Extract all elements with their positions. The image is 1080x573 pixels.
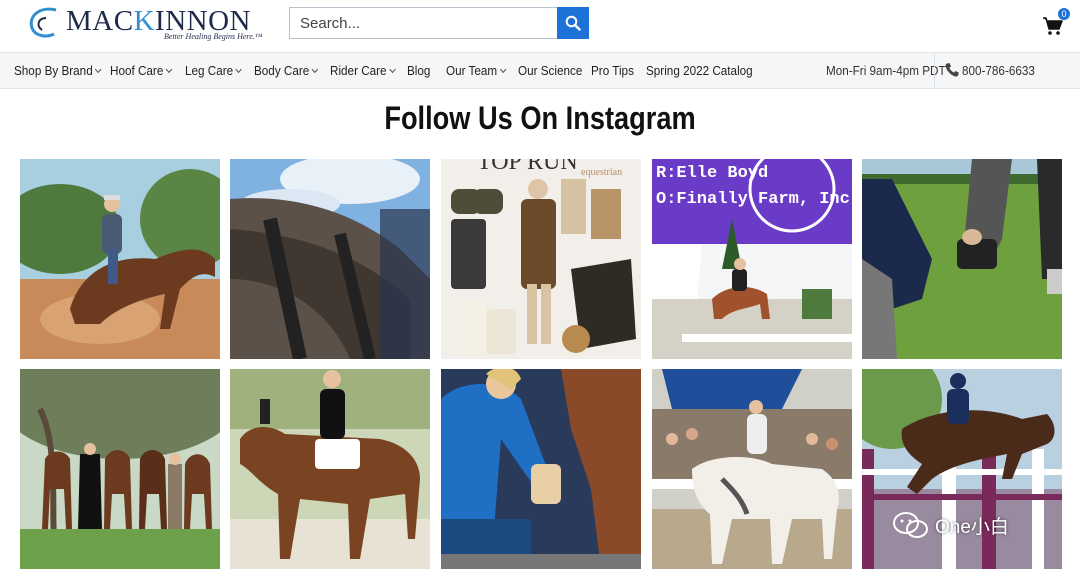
phone-icon [945,63,959,77]
instagram-post-leg-treatment[interactable] [441,369,641,569]
instagram-photo [441,369,641,569]
chevron-down-icon [499,65,507,74]
nav-blog[interactable]: Blog [407,53,430,88]
search-icon [565,15,581,31]
main-nav: Shop By Brand Hoof Care Leg Care Body Ca… [0,52,1080,89]
tile-overlay-rider: R:Elle Boyd [656,164,769,183]
instagram-photo [20,369,220,569]
nav-leg-care[interactable]: Leg Care [185,53,243,88]
tile-overlay-text: TOP RUN [477,159,578,175]
nav-spring-catalog[interactable]: Spring 2022 Catalog [646,53,753,88]
instagram-photo [20,159,220,359]
nav-our-science[interactable]: Our Science [518,53,582,88]
instagram-post-pony-jumping[interactable]: R:Elle Boyd O:Finally Farm, Inc [652,159,852,359]
chevron-down-icon [235,65,243,74]
nav-pro-tips[interactable]: Pro Tips [591,53,634,88]
cart-button[interactable]: 0 [1040,8,1074,38]
section-title: Follow Us On Instagram [384,100,696,136]
nav-our-team[interactable]: Our Team [446,53,507,88]
instagram-photo [441,159,641,359]
instagram-post-horses-under-oak[interactable] [20,369,220,569]
business-hours: Mon-Fri 9am-4pm PDT [826,63,946,78]
chevron-down-icon [389,65,396,74]
instagram-post-reining-horse[interactable] [20,159,220,359]
instagram-post-horse-wrap[interactable] [230,159,430,359]
nav-divider [934,53,935,88]
instagram-post-show-crowd[interactable] [652,369,852,569]
instagram-photo [862,159,1062,359]
logo-swoosh-icon [29,7,57,38]
nav-hoof-care[interactable]: Hoof Care [110,53,173,88]
nav-body-care[interactable]: Body Care [254,53,319,88]
instagram-photo [230,369,430,569]
mackinnon-logo[interactable]: MACKINNON Better Healing Begins Here.™ [26,2,266,46]
nav-shop-by-brand[interactable]: Shop By Brand [14,53,102,88]
search-button[interactable] [557,7,589,39]
instagram-photo [652,369,852,569]
search-input[interactable] [289,7,557,39]
instagram-photo [230,159,430,359]
wechat-watermark: One小白 [893,510,1009,540]
instagram-photo [652,159,852,359]
tile-overlay-text-small: equestrian [581,167,623,178]
logo-tagline: Better Healing Begins Here.™ [164,32,263,41]
instagram-post-hoof-boot[interactable] [862,159,1062,359]
chevron-down-icon [311,65,319,74]
wechat-icon [893,512,928,538]
chevron-down-icon [95,65,102,74]
nav-rider-care[interactable]: Rider Care [330,53,396,88]
instagram-post-dressage[interactable] [230,369,430,569]
chevron-down-icon [165,65,173,74]
site-header: MACKINNON Better Healing Begins Here.™ 0 [0,0,1080,52]
phone-number[interactable]: 800-786-6633 [962,53,1035,88]
instagram-post-topr-run-flatlay[interactable]: TOP RUN equestrian [441,159,641,359]
tile-overlay-owner: O:Finally Farm, Inc [656,190,850,209]
cart-count-badge: 0 [1058,8,1070,20]
